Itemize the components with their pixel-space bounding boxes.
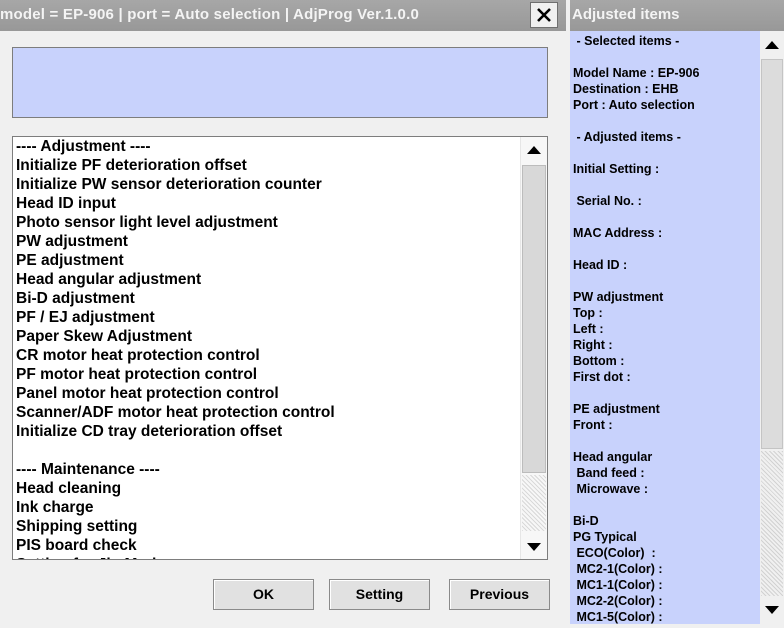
list-scrollbar[interactable]: [520, 137, 547, 559]
panel-title: Adjusted items: [572, 6, 680, 23]
title-bar: model = EP-906 | port = Auto selection |…: [0, 0, 566, 31]
adjusted-item-line: - Selected items -: [573, 34, 680, 48]
adjusted-item-line: Initial Setting :: [573, 162, 660, 176]
panel-gap: [566, 0, 570, 624]
adjusted-item-line: Destination : EHB: [573, 82, 679, 96]
list-item[interactable]: Ink charge: [15, 498, 520, 517]
list-item[interactable]: Head cleaning: [15, 479, 520, 498]
setting-button[interactable]: Setting: [329, 579, 430, 610]
adjusted-item-line: ECO(Color) :: [573, 546, 656, 560]
status-display: [12, 47, 548, 118]
adjusted-items-panel: Adjusted items - Selected items - Model N…: [566, 0, 784, 624]
list-item[interactable]: PW adjustment: [15, 232, 520, 251]
adjusted-item-line: Right :: [573, 338, 613, 352]
list-item[interactable]: ---- Maintenance ----: [15, 460, 520, 479]
list-item[interactable]: Shipping setting: [15, 517, 520, 536]
adjusted-item-line: [573, 273, 759, 289]
list-item[interactable]: Initialize CD tray deterioration offset: [15, 422, 520, 441]
adjusted-item-line: [573, 385, 759, 401]
adjusted-item-line: Model Name : EP-906: [573, 66, 700, 80]
panel-scrollbar[interactable]: [760, 31, 784, 624]
adjusted-item-line: MC1-5(Color) :: [573, 610, 663, 624]
list-item[interactable]: ---- Adjustment ----: [15, 137, 520, 156]
list-item[interactable]: Initialize PF deterioration offset: [15, 156, 520, 175]
list-item[interactable]: PF motor heat protection control: [15, 365, 520, 384]
adjusted-item-line: Microwave :: [573, 482, 649, 496]
adjusted-item-line: [573, 241, 759, 257]
adjusted-item-line: Left :: [573, 322, 604, 336]
previous-button[interactable]: Previous: [449, 579, 550, 610]
panel-title-bar: Adjusted items: [570, 0, 784, 31]
panel-scroll-up-button[interactable]: [760, 32, 784, 58]
adjusted-item-line: [573, 113, 759, 129]
adjusted-item-line: [573, 433, 759, 449]
triangle-down-icon: [527, 543, 541, 551]
adjusted-item-line: Head ID :: [573, 258, 628, 272]
main-window: model = EP-906 | port = Auto selection |…: [0, 0, 566, 624]
list-item[interactable]: Bi-D adjustment: [15, 289, 520, 308]
triangle-up-icon: [765, 41, 779, 49]
adjusted-item-line: Bi-D: [573, 514, 599, 528]
adjusted-item-line: - Adjusted items -: [573, 130, 681, 144]
list-item[interactable]: CR motor heat protection control: [15, 346, 520, 365]
adjusted-item-line: [573, 177, 759, 193]
ok-button[interactable]: OK: [213, 579, 314, 610]
list-item[interactable]: Panel motor heat protection control: [15, 384, 520, 403]
adjusted-item-line: PW adjustment: [573, 290, 664, 304]
list-item[interactable]: Setting for Jig Mode: [15, 555, 520, 559]
panel-scroll-down-button[interactable]: [760, 597, 784, 623]
list-item[interactable]: PF / EJ adjustment: [15, 308, 520, 327]
list-item[interactable]: PE adjustment: [15, 251, 520, 270]
adjusted-item-line: Band feed :: [573, 466, 645, 480]
adjusted-item-line: MC2-2(Color) :: [573, 594, 663, 608]
list-item[interactable]: Head angular adjustment: [15, 270, 520, 289]
adjusted-item-line: Serial No. :: [573, 194, 642, 208]
adjusted-item-line: MAC Address :: [573, 226, 663, 240]
triangle-up-icon: [527, 146, 541, 154]
window-title: model = EP-906 | port = Auto selection |…: [0, 6, 420, 23]
adjustment-list-items: ---- Adjustment ---- Initialize PF deteri…: [15, 137, 520, 559]
adjusted-item-line: PE adjustment: [573, 402, 660, 416]
panel-scroll-track[interactable]: [761, 451, 783, 596]
list-item[interactable]: Photo sensor light level adjustment: [15, 213, 520, 232]
adjusted-item-line: First dot :: [573, 370, 631, 384]
adjusted-items-text: - Selected items - Model Name : EP-906 Des…: [573, 33, 759, 624]
adjusted-item-line: [573, 49, 759, 65]
adjusted-item-line: [573, 209, 759, 225]
adjustment-listbox[interactable]: ---- Adjustment ---- Initialize PF deteri…: [12, 136, 548, 560]
scroll-track[interactable]: [522, 475, 546, 531]
list-item[interactable]: Paper Skew Adjustment: [15, 327, 520, 346]
close-icon: [537, 8, 551, 22]
list-item[interactable]: Head ID input: [15, 194, 520, 213]
adjusted-item-line: Head angular: [573, 450, 653, 464]
list-item[interactable]: PIS board check: [15, 536, 520, 555]
adjusted-item-line: PG Typical: [573, 530, 637, 544]
triangle-down-icon: [765, 606, 779, 614]
list-item[interactable]: [15, 441, 520, 460]
adjusted-item-line: [573, 145, 759, 161]
adjusted-item-line: Front :: [573, 418, 613, 432]
adjusted-item-line: MC1-1(Color) :: [573, 578, 663, 592]
panel-scroll-thumb[interactable]: [761, 59, 783, 449]
adjusted-item-line: MC2-1(Color) :: [573, 562, 663, 576]
adjusted-item-line: [573, 497, 759, 513]
scroll-down-button[interactable]: [522, 534, 546, 559]
close-button[interactable]: [530, 2, 558, 28]
adjusted-item-line: Bottom :: [573, 354, 625, 368]
adjusted-item-line: Port : Auto selection: [573, 98, 695, 112]
scroll-up-button[interactable]: [522, 138, 546, 163]
scroll-thumb[interactable]: [522, 165, 546, 473]
list-item[interactable]: Initialize PW sensor deterioration count…: [15, 175, 520, 194]
list-item[interactable]: Scanner/ADF motor heat protection contro…: [15, 403, 520, 422]
adjusted-item-line: Top :: [573, 306, 603, 320]
